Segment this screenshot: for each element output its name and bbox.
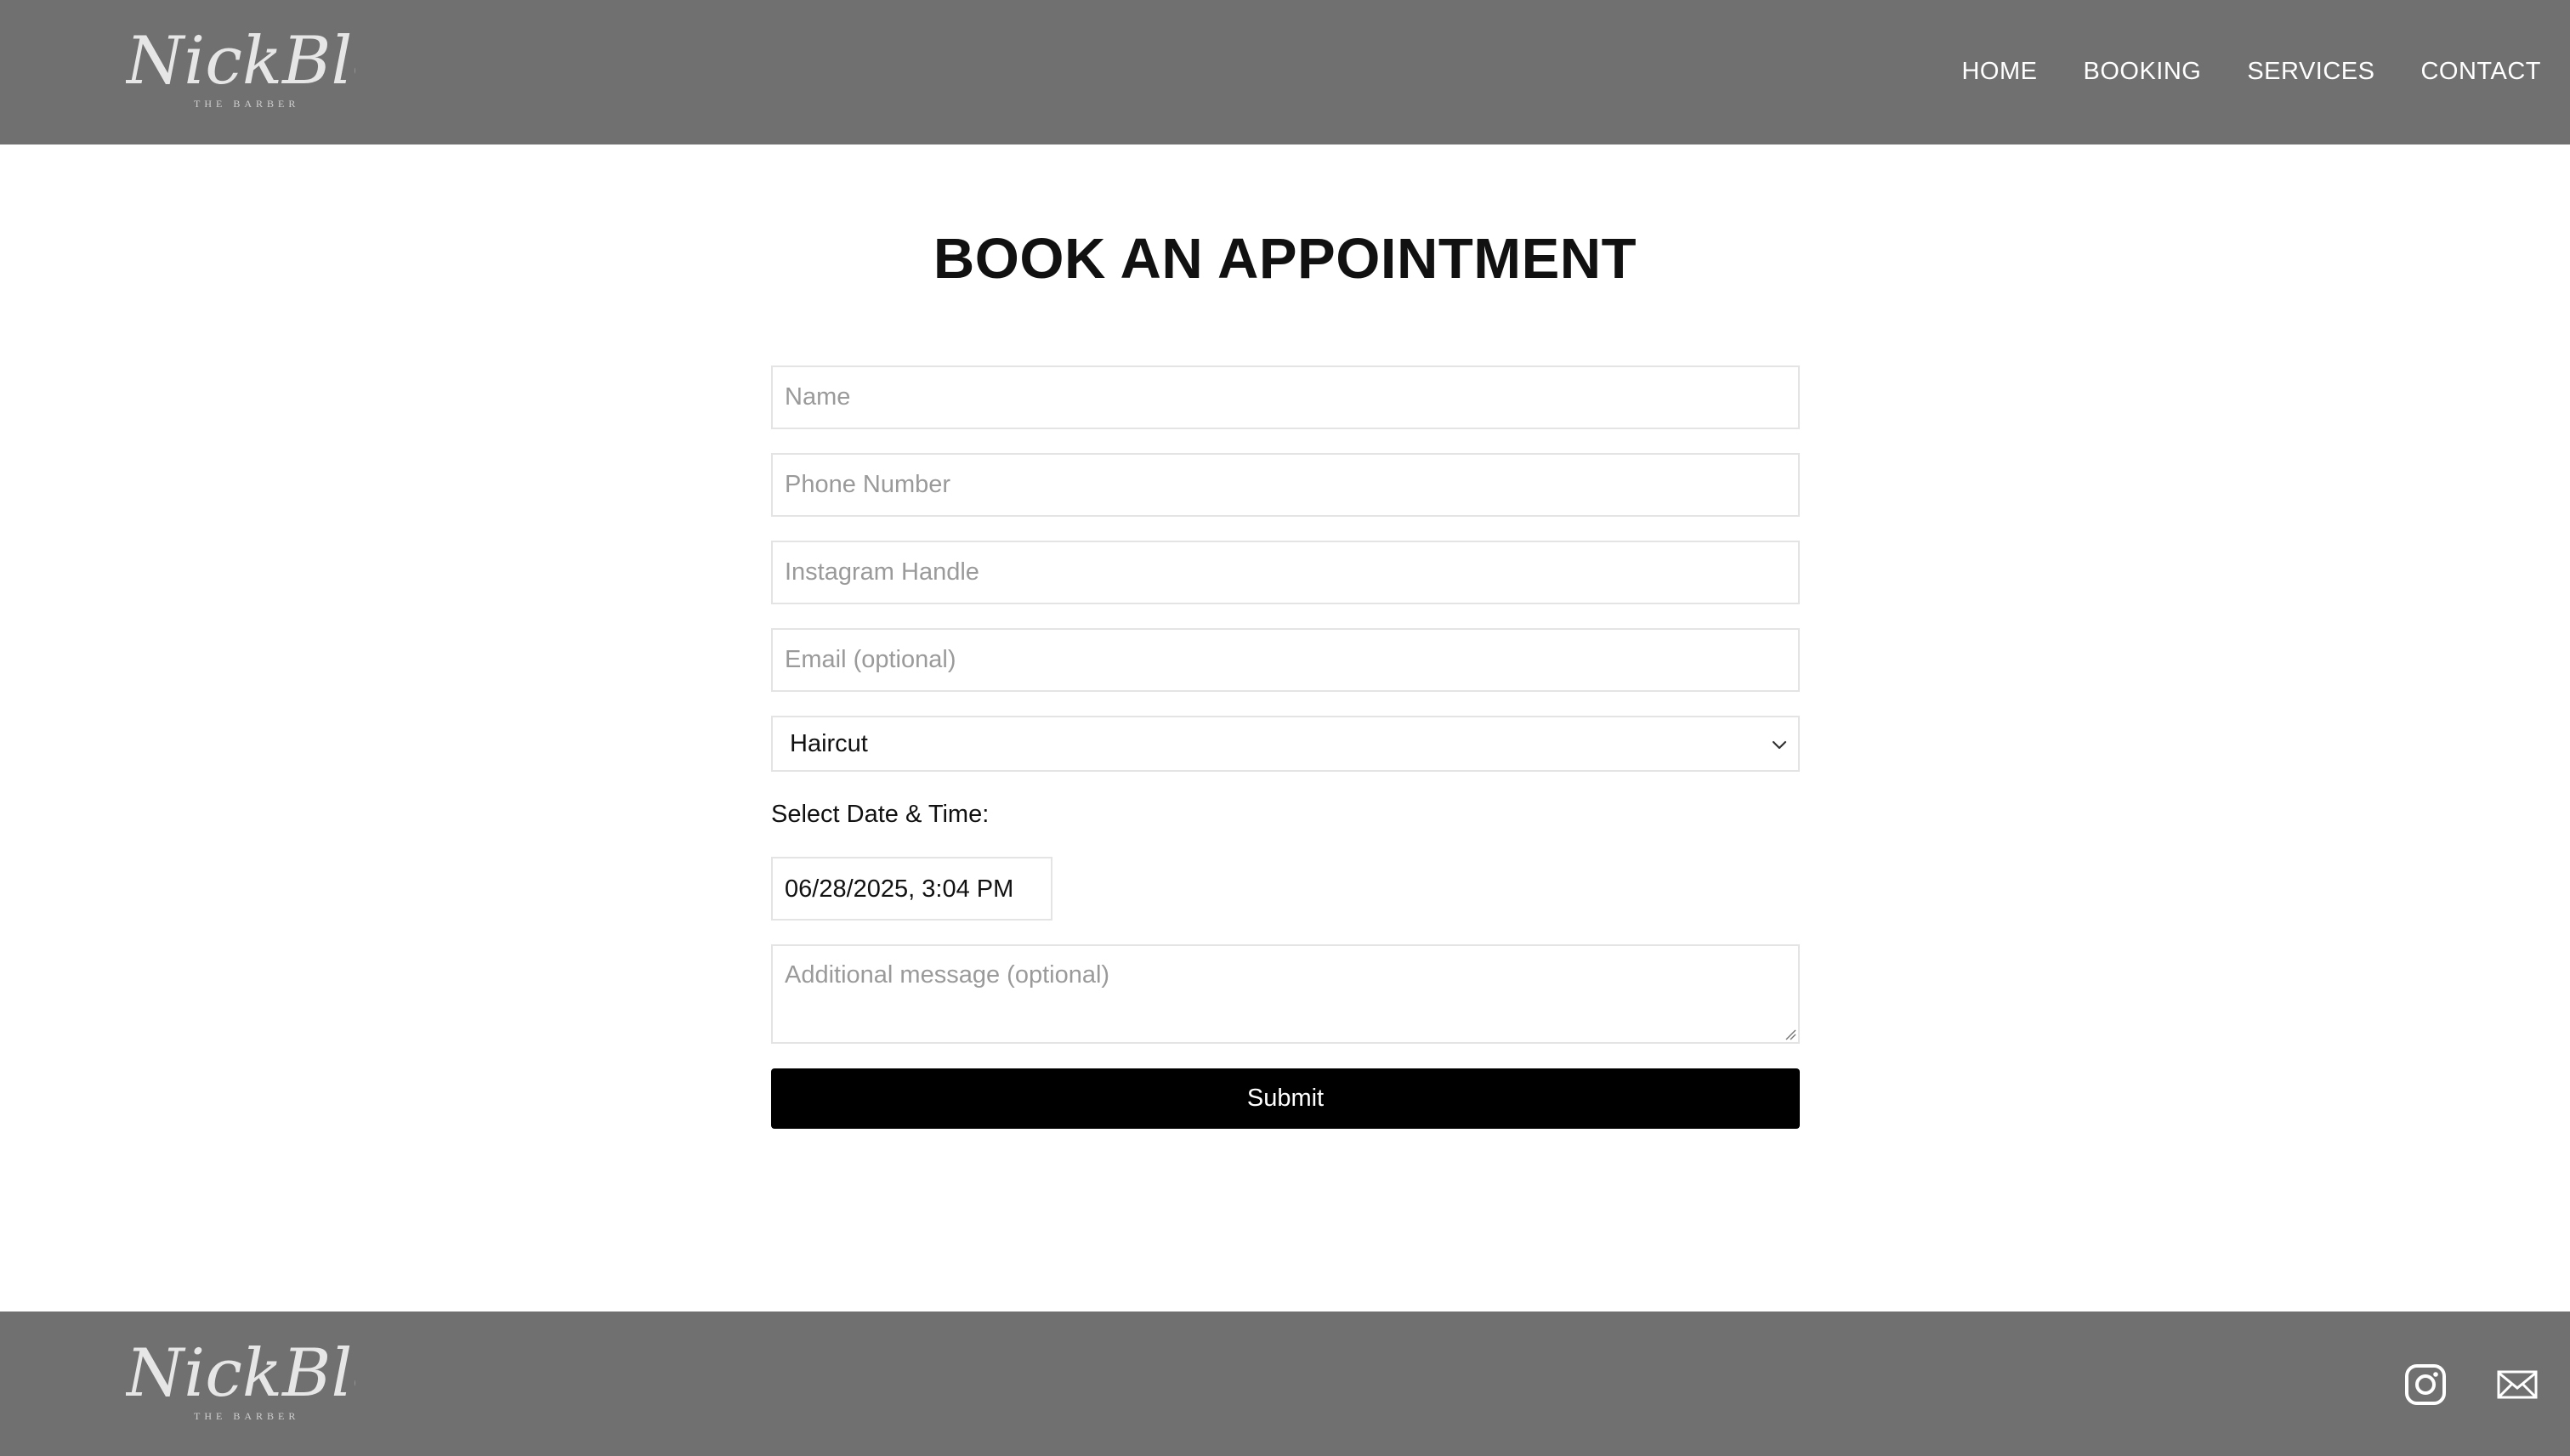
header-logo[interactable]: NickBlendz THE BARBER <box>126 31 355 112</box>
submit-button[interactable]: Submit <box>771 1068 1800 1129</box>
mail-icon <box>2497 1370 2538 1399</box>
nav-services[interactable]: SERVICES <box>2247 51 2374 92</box>
datetime-input[interactable]: 06/28/2025, 3:04 PM <box>771 857 1052 921</box>
logo-mark: NickBlendz THE BARBER <box>126 31 355 110</box>
footer-logo-tagline: THE BARBER <box>194 1410 299 1422</box>
mail-link[interactable] <box>2495 1363 2539 1407</box>
footer-logo[interactable]: NickBlendz THE BARBER <box>126 1343 355 1425</box>
logo-tagline: THE BARBER <box>194 98 299 110</box>
footer-logo-script: NickBlendz <box>126 1343 355 1412</box>
message-textarea[interactable] <box>771 944 1800 1044</box>
name-input[interactable] <box>771 365 1800 429</box>
service-select-value: Haircut <box>790 730 868 757</box>
instagram-link[interactable] <box>2403 1363 2448 1407</box>
page-title: BOOK AN APPOINTMENT <box>933 227 1637 291</box>
phone-input[interactable] <box>771 453 1800 517</box>
instagram-icon <box>2405 1364 2446 1405</box>
site-footer: NickBlendz THE BARBER <box>0 1312 2570 1456</box>
page: NickBlendz THE BARBER HOME BOOKING SERVI… <box>0 0 2570 1456</box>
datetime-label: Select Date & Time: <box>771 801 990 828</box>
email-input[interactable] <box>771 628 1800 692</box>
datetime-value: 06/28/2025, 3:04 PM <box>785 875 1014 903</box>
main-nav: HOME BOOKING SERVICES CONTACT <box>1961 51 2541 92</box>
nav-home[interactable]: HOME <box>1961 51 2037 92</box>
nav-contact[interactable]: CONTACT <box>2420 51 2541 92</box>
resize-handle-icon[interactable] <box>1784 1028 1796 1040</box>
nav-booking[interactable]: BOOKING <box>2083 51 2201 92</box>
service-select[interactable]: Haircut <box>771 716 1800 772</box>
chevron-down-icon <box>1772 740 1787 750</box>
site-header: NickBlendz THE BARBER HOME BOOKING SERVI… <box>0 0 2570 144</box>
instagram-handle-input[interactable] <box>771 541 1800 604</box>
footer-logo-mark: NickBlendz THE BARBER <box>126 1343 355 1422</box>
logo-script: NickBlendz <box>126 31 355 99</box>
